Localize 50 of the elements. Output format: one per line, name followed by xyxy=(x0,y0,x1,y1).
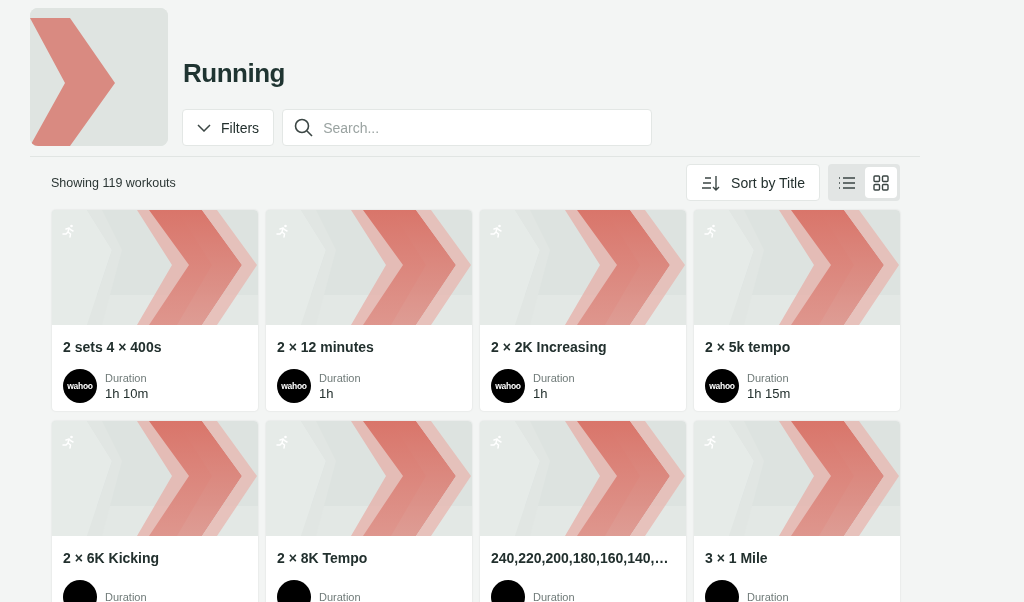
duration-label: Duration xyxy=(105,371,148,384)
grid-view-button[interactable] xyxy=(865,167,897,198)
duration-label: Duration xyxy=(319,591,361,602)
chevron-down-icon xyxy=(197,123,211,132)
logo-text: wahoo xyxy=(281,381,307,391)
duration-value: 1h xyxy=(533,385,549,401)
runner-icon xyxy=(704,435,718,449)
workout-card[interactable]: 2 × 5k tempo wahoo Duration 1h 15m xyxy=(694,210,900,411)
page-title: Running xyxy=(183,58,286,89)
duration-label: Duration xyxy=(105,591,147,602)
workout-card[interactable]: 3 × 1 Mile Duration xyxy=(694,421,900,602)
runner-icon xyxy=(276,224,290,238)
duration-value: 1h 15m xyxy=(747,385,791,401)
workout-title: 2 × 6K Kicking xyxy=(63,550,161,566)
workout-card[interactable]: 2 × 6K Kicking Duration xyxy=(52,421,258,602)
runner-icon xyxy=(62,435,76,449)
workout-card[interactable]: 2 × 2K Increasing wahoo Duration 1h xyxy=(480,210,686,411)
logo-text: wahoo xyxy=(67,381,93,391)
results-count: Showing 119 workouts xyxy=(51,175,176,190)
logo-text: wahoo xyxy=(709,381,735,391)
duration-label: Duration xyxy=(533,371,575,384)
workout-card[interactable]: 2 × 8K Tempo Duration xyxy=(266,421,472,602)
workout-title: 2 × 12 minutes xyxy=(277,339,375,355)
sort-button[interactable]: Sort by Title xyxy=(686,164,820,201)
duration-label: Duration xyxy=(747,371,790,384)
runner-icon xyxy=(704,224,718,238)
runner-icon xyxy=(490,435,504,449)
workout-title: 2 × 5k tempo xyxy=(705,339,792,355)
runner-icon xyxy=(490,224,504,238)
list-icon xyxy=(838,174,856,191)
duration-label: Duration xyxy=(533,591,575,602)
duration-value: 1h 10m xyxy=(105,385,149,401)
sort-icon xyxy=(701,173,722,192)
search-field[interactable]: Search... xyxy=(282,109,653,146)
logo-text: wahoo xyxy=(495,381,521,391)
workout-card[interactable]: 2 × 12 minutes wahoo Duration 1h xyxy=(266,210,472,411)
runner-icon xyxy=(276,435,290,449)
workout-title: 2 × 8K Tempo xyxy=(277,550,369,566)
workout-card[interactable]: 2 sets 4 × 400s wahoo Duration 1h 10m xyxy=(52,210,258,411)
grid-icon xyxy=(873,174,889,191)
duration-value: 1h xyxy=(319,385,335,401)
workout-title: 2 × 2K Increasing xyxy=(491,339,608,355)
duration-label: Duration xyxy=(319,371,361,384)
workout-card[interactable]: 240,220,200,180,160,140,… Duration xyxy=(480,421,686,602)
runner-icon xyxy=(62,224,76,238)
workout-title: 3 × 1 Mile xyxy=(705,550,769,566)
workout-title: 240,220,200,180,160,140,… xyxy=(491,550,670,566)
workout-title: 2 sets 4 × 400s xyxy=(63,339,163,355)
duration-label: Duration xyxy=(747,591,789,602)
filters-button[interactable]: Filters xyxy=(182,109,275,146)
